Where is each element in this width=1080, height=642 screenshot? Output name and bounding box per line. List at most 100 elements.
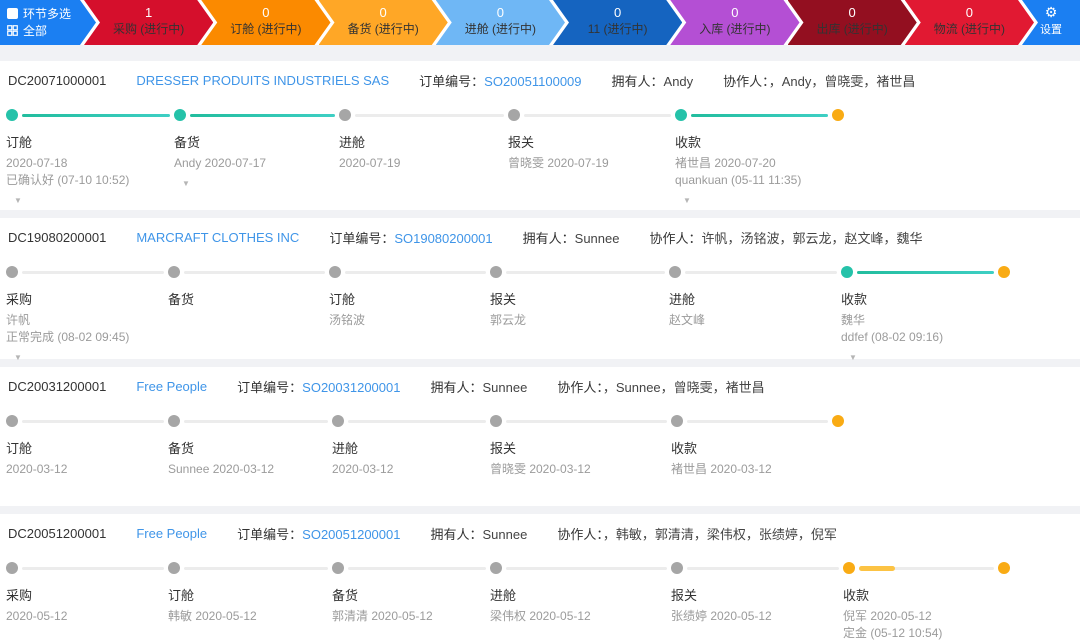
order-no-link[interactable]: SO19080200001 <box>394 231 492 246</box>
timeline-stage: 进舱 2020-03-12 <box>332 438 492 478</box>
stage-dot <box>490 266 502 278</box>
timeline-stage: 收款 褚世昌 2020-07-20 quankuan (05-11 11:35)… <box>675 132 835 205</box>
order-header: DC20071000001 DRESSER PRODUITS INDUSTRIE… <box>0 71 1080 90</box>
order-header: DC20031200001 Free People 订单编号：SO2003120… <box>0 377 1080 396</box>
stage-label: 订舱 (进行中) <box>230 22 302 36</box>
stage-filter-bar: 环节多选 全部 1 采购 (进行中) 0 订舱 (进行中) 0 备货 (进行中)… <box>0 0 1080 45</box>
customer-link[interactable]: DRESSER PRODUITS INDUSTRIELS SAS <box>136 73 389 88</box>
timeline-stage: 报关 张绩婷 2020-05-12 <box>671 585 831 625</box>
stage-chevron-caigou[interactable]: 1 采购 (进行中) <box>84 0 213 45</box>
stage-dot <box>671 562 683 574</box>
multi-select-label: 环节多选 <box>23 7 72 21</box>
stage-chevron-jincang[interactable]: 0 进舱 (进行中) <box>436 0 565 45</box>
stage-dot <box>671 415 683 427</box>
multi-select-toggle[interactable]: 环节多选 <box>7 5 96 22</box>
timeline-stage: 备货 郭清清 2020-05-12 <box>332 585 492 625</box>
stage-name: 收款 <box>841 292 868 307</box>
stage-dot <box>168 266 180 278</box>
expand-arrow-icon[interactable]: ▼ <box>182 179 194 188</box>
customer-link[interactable]: Free People <box>136 526 207 541</box>
stage-count: 1 <box>145 5 153 20</box>
timeline-segment <box>687 420 828 423</box>
stage-detail: 褚世昌 2020-03-12 <box>671 462 772 476</box>
stage-dot <box>6 109 18 121</box>
stage-chevron-ruku[interactable]: 0 入库 (进行中) <box>670 0 799 45</box>
stage-count: 0 <box>965 5 973 20</box>
stage-name: 报关 <box>671 588 698 603</box>
stage-chevron-11[interactable]: 0 11 (进行中) <box>553 0 682 45</box>
order-timeline: 订舱 2020-07-18 已确认好 (07-10 10:52) ▼ 备货 An… <box>0 102 1080 210</box>
order-no-label: 订单编号： <box>329 231 395 246</box>
timeline-stage: 收款 褚世昌 2020-03-12 <box>671 438 831 478</box>
end-dot <box>832 415 844 427</box>
stage-dot <box>339 109 351 121</box>
stage-detail: 赵文峰 <box>669 313 706 327</box>
stage-dot <box>675 109 687 121</box>
stage-dot <box>508 109 520 121</box>
timeline-segment <box>506 271 665 274</box>
stage-detail: 郭清清 2020-05-12 <box>332 609 433 623</box>
separator-band <box>0 506 1080 514</box>
collab-value: ，韩敏，郭清清，梁伟权，张绩婷，倪军 <box>602 527 837 542</box>
order-timeline: 采购 许帆 正常完成 (08-02 09:45) ▼ 备货 订舱 汤铭波 报关 … <box>0 259 1080 362</box>
stage-chevron-wuliu[interactable]: 0 物流 (进行中) <box>905 0 1034 45</box>
stage-label: 进舱 (进行中) <box>464 22 537 36</box>
order-no-label: 订单编号： <box>237 527 303 542</box>
expand-arrow-icon[interactable]: ▼ <box>14 196 26 205</box>
stage-name: 备货 <box>174 135 201 150</box>
stage-detail: 梁伟权 2020-05-12 <box>490 609 591 623</box>
order-card: DC20031200001 Free People 订单编号：SO2003120… <box>0 367 1080 506</box>
timeline-segment <box>22 114 170 117</box>
stage-detail: Sunnee 2020-03-12 <box>168 462 275 476</box>
stage-dot <box>843 562 855 574</box>
order-timeline: 订舱 2020-03-12 备货 Sunnee 2020-03-12 进舱 20… <box>0 408 1080 506</box>
all-filter[interactable]: 全部 <box>7 22 96 39</box>
stage-dot <box>841 266 853 278</box>
customer-link[interactable]: Free People <box>136 379 207 394</box>
stage-name: 采购 <box>6 588 33 603</box>
expand-arrow-icon[interactable]: ▼ <box>849 353 861 362</box>
end-dot <box>998 266 1010 278</box>
stage-detail: 郭云龙 <box>490 313 527 327</box>
customer-link[interactable]: MARCRAFT CLOTHES INC <box>136 230 299 245</box>
stage-chevron-dingcang[interactable]: 0 订舱 (进行中) <box>201 0 330 45</box>
stage-detail: 正常完成 (08-02 09:45) <box>6 330 130 344</box>
stage-dot <box>332 415 344 427</box>
checkbox-icon <box>7 8 18 19</box>
timeline-segment <box>22 567 164 570</box>
stage-name: 报关 <box>508 135 535 150</box>
stage-name: 订舱 <box>168 588 195 603</box>
end-dot <box>998 562 1010 574</box>
timeline-segment <box>184 420 328 423</box>
stage-name: 订舱 <box>6 441 33 456</box>
collab-label: 协作人： <box>723 74 769 89</box>
stage-chevron-chuku[interactable]: 0 出库 (进行中) <box>788 0 917 45</box>
timeline-segment <box>22 420 164 423</box>
order-no-link[interactable]: SO20031200001 <box>302 380 400 395</box>
expand-arrow-icon[interactable]: ▼ <box>683 196 695 205</box>
stage-detail: 曾晓雯 2020-03-12 <box>490 462 591 476</box>
stage-dot <box>6 562 18 574</box>
stage-dot <box>168 562 180 574</box>
stage-chevron-beihuo[interactable]: 0 备货 (进行中) <box>319 0 448 45</box>
filter-left-panel: 环节多选 全部 <box>0 0 96 45</box>
end-dot <box>832 109 844 121</box>
order-no-link[interactable]: SO20051200001 <box>302 527 400 542</box>
stage-dot <box>669 266 681 278</box>
order-no-link[interactable]: SO20051100009 <box>484 74 581 89</box>
collab-value: ，Sunnee，曾晓雯，褚世昌 <box>602 380 765 395</box>
order-timeline: 采购 2020-05-12 订舱 韩敏 2020-05-12 备货 郭清清 20… <box>0 555 1080 640</box>
stage-name: 备货 <box>332 588 359 603</box>
timeline-segment <box>190 114 335 117</box>
owner-label: 拥有人： <box>430 380 483 395</box>
timeline-stage: 报关 郭云龙 <box>490 289 650 329</box>
collab-label: 协作人： <box>649 231 702 246</box>
owner-label: 拥有人： <box>430 527 483 542</box>
stage-label: 入库 (进行中) <box>699 22 771 36</box>
stage-detail: 魏华 <box>841 313 866 327</box>
order-card: DC20051200001 Free People 订单编号：SO2005120… <box>0 514 1080 640</box>
stage-detail: 定金 (05-12 10:54) <box>843 626 943 640</box>
timeline-segment <box>345 271 486 274</box>
expand-arrow-icon[interactable]: ▼ <box>14 353 26 362</box>
order-card: DC20071000001 DRESSER PRODUITS INDUSTRIE… <box>0 61 1080 210</box>
